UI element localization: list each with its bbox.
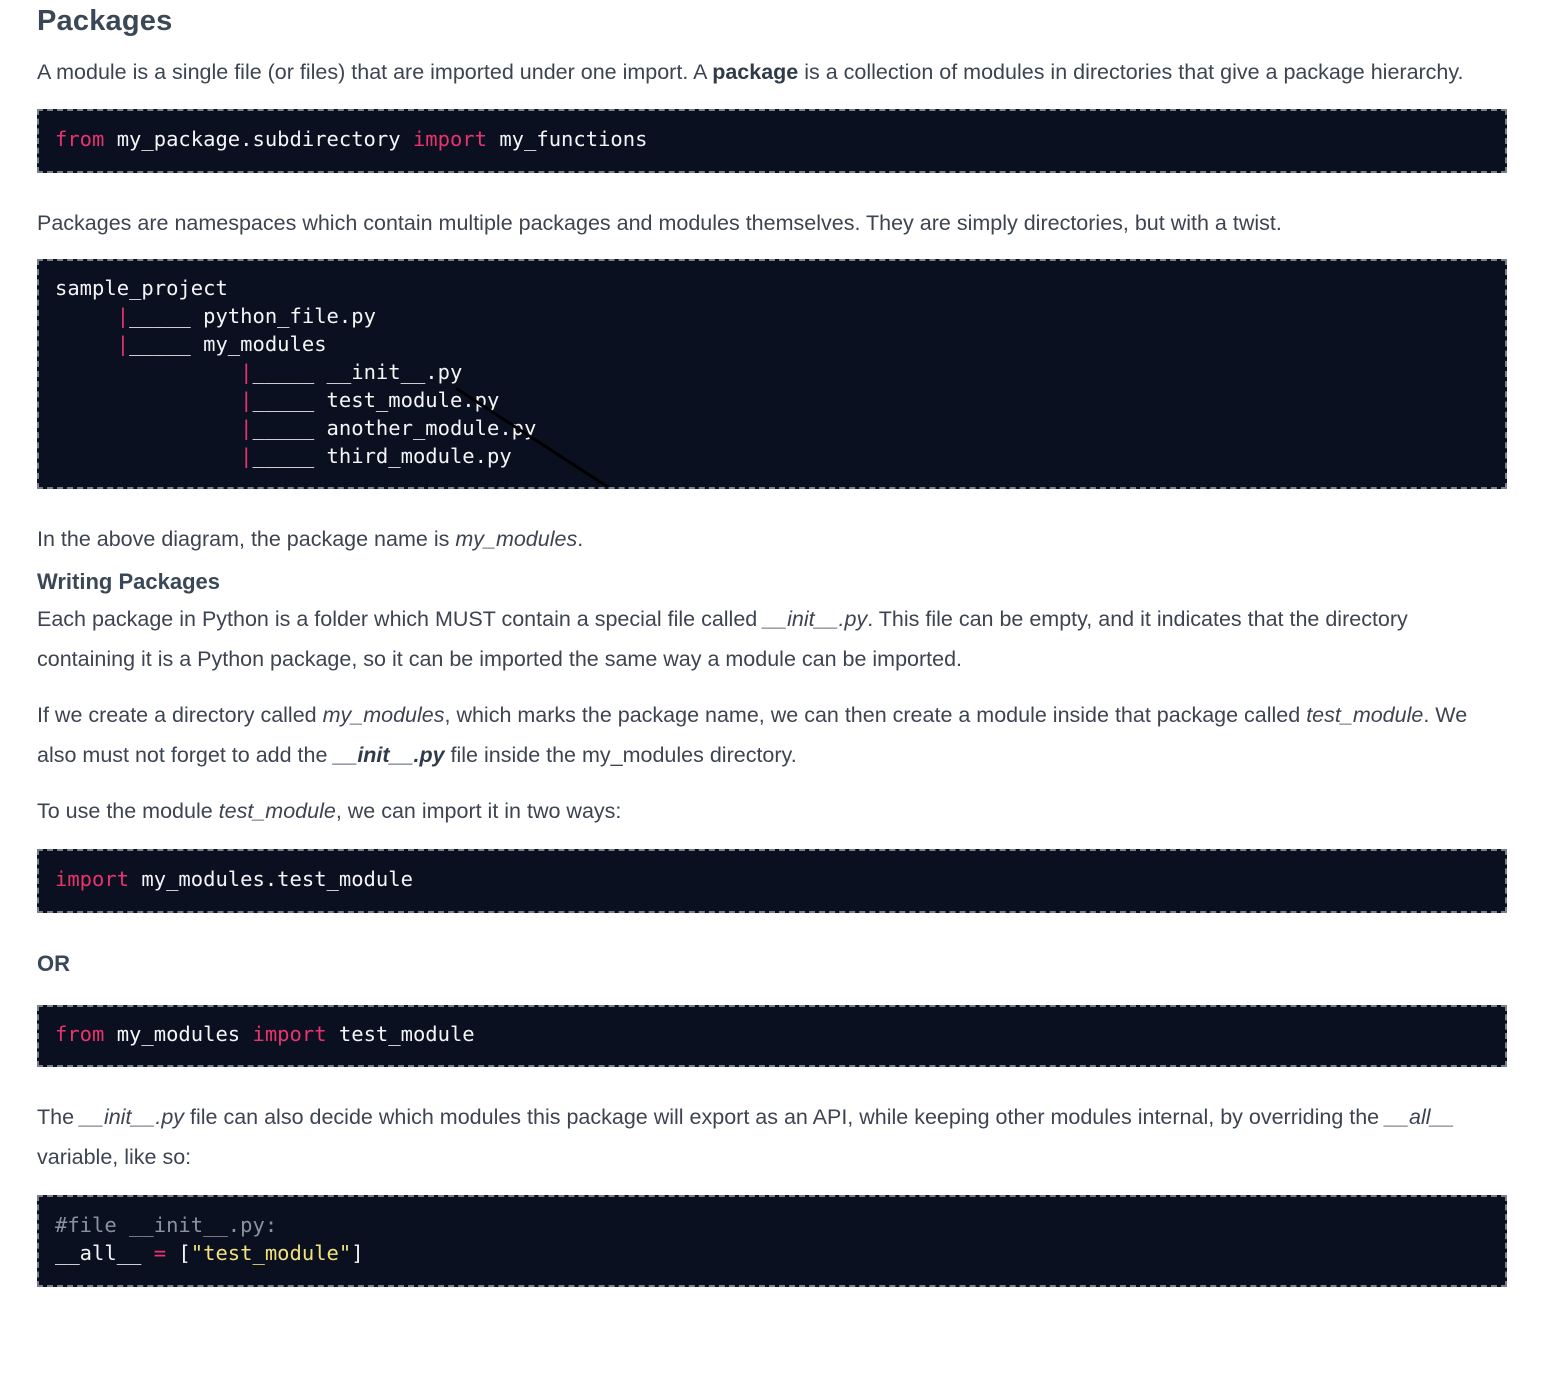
tree-branch: _____ bbox=[252, 388, 327, 412]
my-modules-em: my_modules bbox=[322, 703, 445, 727]
package-name-em: my_modules bbox=[455, 527, 578, 551]
keyword-import: import bbox=[252, 1022, 327, 1046]
tree-pipe: | bbox=[240, 360, 253, 384]
code-block-import[interactable]: import my_modules.test_module bbox=[37, 849, 1507, 913]
code-block-tree[interactable]: sample_project |_____ python_file.py |__… bbox=[37, 259, 1507, 489]
intro-text-end: is a collection of modules in directorie… bbox=[798, 60, 1464, 84]
all-variable-paragraph: The __init__.py file can also decide whi… bbox=[37, 1097, 1506, 1177]
tree-branch: _____ bbox=[129, 332, 204, 356]
code-bracket-close: ] bbox=[351, 1241, 364, 1265]
test-module-em: test_module bbox=[1306, 703, 1424, 727]
code-comment: #file __init__.py: bbox=[55, 1213, 278, 1237]
all-text-3: variable, like so: bbox=[37, 1145, 192, 1169]
all-text-1: The bbox=[37, 1105, 81, 1129]
package-term: package bbox=[712, 60, 799, 84]
code-block-from-import-module[interactable]: from my_modules import test_module bbox=[37, 1005, 1507, 1067]
use-text-end: , we can import it in two ways: bbox=[335, 799, 622, 823]
tree-pipe: | bbox=[240, 416, 253, 440]
code-module: my_modules bbox=[104, 1022, 253, 1046]
section-heading: Packages bbox=[37, 5, 173, 37]
tree-item-third-module: third_module.py bbox=[326, 444, 512, 468]
code-name: my_functions bbox=[487, 127, 648, 151]
create-directory-paragraph: If we create a directory called my_modul… bbox=[37, 695, 1506, 775]
tree-item-my-modules: my_modules bbox=[203, 332, 327, 356]
article: Packages A module is a single file (or f… bbox=[0, 0, 1542, 1287]
diagram-text-end: . bbox=[577, 527, 584, 551]
code-block-all[interactable]: #file __init__.py: __all__ = ["test_modu… bbox=[37, 1195, 1507, 1287]
diagram-paragraph: In the above diagram, the package name i… bbox=[37, 519, 1506, 559]
tree-pipe: | bbox=[240, 388, 253, 412]
all-text-2: file can also decide which modules this … bbox=[184, 1105, 1386, 1129]
or-label: OR bbox=[37, 951, 70, 976]
code-block-from-import[interactable]: from my_package.subdirectory import my_f… bbox=[37, 109, 1507, 173]
tree-item-init: __init__.py bbox=[326, 360, 463, 384]
tree-root: sample_project bbox=[55, 276, 228, 300]
tree-pipe: | bbox=[116, 332, 130, 356]
keyword-import: import bbox=[412, 127, 487, 151]
intro-paragraph: A module is a single file (or files) tha… bbox=[37, 52, 1506, 92]
intro-text: A module is a single file (or files) tha… bbox=[37, 60, 713, 84]
code-string: "test_module" bbox=[190, 1241, 352, 1265]
subheading-writing-packages: Writing Packages bbox=[37, 569, 220, 594]
keyword-from: from bbox=[55, 1022, 105, 1046]
tree-item-python-file: python_file.py bbox=[203, 304, 376, 328]
code-bracket-open: [ bbox=[166, 1241, 191, 1265]
init-em: __init__.py bbox=[80, 1105, 185, 1129]
all-em: __all__ bbox=[1385, 1105, 1455, 1129]
namespaces-paragraph: Packages are namespaces which contain mu… bbox=[37, 211, 1282, 235]
keyword-import: import bbox=[55, 867, 130, 891]
tree-item-test-module: test_module.py bbox=[326, 388, 500, 412]
tree-branch: _____ bbox=[129, 304, 204, 328]
diagram-text: In the above diagram, the package name i… bbox=[37, 527, 456, 551]
tree-branch: _____ bbox=[252, 416, 327, 440]
test-module-em: test_module bbox=[218, 799, 336, 823]
if-text-2: , which marks the package name, we can t… bbox=[444, 703, 1307, 727]
tree-pipe: | bbox=[240, 444, 253, 468]
use-text: To use the module bbox=[37, 799, 219, 823]
code-name: my_modules.test_module bbox=[129, 867, 413, 891]
keyword-from: from bbox=[55, 127, 105, 151]
init-em: __init__.py bbox=[763, 607, 868, 631]
if-text-4: file inside the my_modules directory. bbox=[444, 743, 797, 767]
code-var: __all__ bbox=[55, 1241, 154, 1265]
each-text: Each package in Python is a folder which… bbox=[37, 607, 764, 631]
tree-branch: _____ bbox=[252, 444, 327, 468]
use-module-paragraph: To use the module test_module, we can im… bbox=[37, 791, 1506, 831]
each-package-paragraph: Each package in Python is a folder which… bbox=[37, 599, 1506, 679]
tree-item-another-module: another_module.py bbox=[326, 416, 537, 440]
if-text-1: If we create a directory called bbox=[37, 703, 323, 727]
tree-pipe: | bbox=[116, 304, 130, 328]
code-name: test_module bbox=[326, 1022, 475, 1046]
code-operator: = bbox=[153, 1241, 167, 1265]
init-bold-em: __init__.py bbox=[333, 743, 445, 767]
tree-branch: _____ bbox=[252, 360, 327, 384]
code-module: my_package.subdirectory bbox=[104, 127, 413, 151]
